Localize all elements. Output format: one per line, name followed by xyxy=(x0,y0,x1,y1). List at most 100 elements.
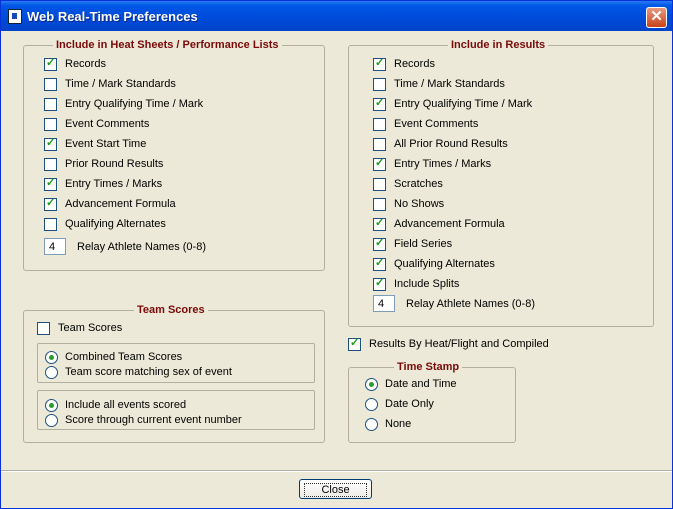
radio-button xyxy=(45,350,58,364)
checkbox-box xyxy=(348,336,361,351)
checkbox-box xyxy=(44,97,57,111)
checkbox-label: Results By Heat/Flight and Compiled xyxy=(369,338,549,350)
window-close-icon[interactable]: ✕ xyxy=(646,7,667,28)
radio-label: Include all events scored xyxy=(65,399,187,411)
heat-entry-qualifying-checkbox[interactable]: Entry Qualifying Time / Mark xyxy=(44,97,203,111)
results-no-shows-checkbox[interactable]: No Shows xyxy=(373,197,444,211)
heat-sheets-group-title: Include in Heat Sheets / Performance Lis… xyxy=(53,39,282,51)
checkbox-label: Time / Mark Standards xyxy=(394,78,505,90)
close-button[interactable]: Close xyxy=(299,479,372,499)
checkbox-label: Time / Mark Standards xyxy=(65,78,176,90)
team-scores-group-title: Team Scores xyxy=(134,304,208,316)
results-event-comments-checkbox[interactable]: Event Comments xyxy=(373,117,478,131)
radio-label: Combined Team Scores xyxy=(65,351,183,363)
radio-button xyxy=(45,398,58,412)
results-by-heat-checkbox[interactable]: Results By Heat/Flight and Compiled xyxy=(348,336,549,351)
checkbox-box xyxy=(373,137,386,151)
app-icon xyxy=(8,9,22,24)
checkbox-box xyxy=(44,217,57,231)
checkbox-label: Entry Qualifying Time / Mark xyxy=(65,98,204,110)
heat-time-mark-standards-checkbox[interactable]: Time / Mark Standards xyxy=(44,77,176,91)
radio-button xyxy=(365,397,378,411)
results-qualifying-alternates-checkbox[interactable]: Qualifying Alternates xyxy=(373,256,495,271)
team-scores-checkbox[interactable]: Team Scores xyxy=(37,321,122,335)
radio-label: Date Only xyxy=(385,398,434,410)
checkbox-box xyxy=(373,77,386,91)
date-and-time-radio[interactable]: Date and Time xyxy=(365,377,457,391)
checkbox-box xyxy=(373,117,386,131)
checkbox-label: No Shows xyxy=(394,198,445,210)
checkbox-box xyxy=(37,321,50,335)
results-include-splits-checkbox[interactable]: Include Splits xyxy=(373,276,460,291)
radio-label: Team score matching sex of event xyxy=(65,366,232,378)
checkbox-label: Qualifying Alternates xyxy=(394,258,495,270)
heat-event-comments-checkbox[interactable]: Event Comments xyxy=(44,117,149,131)
radio-label: Date and Time xyxy=(385,378,457,390)
checkbox-box xyxy=(373,236,386,251)
results-entry-qualifying-checkbox[interactable]: Entry Qualifying Time / Mark xyxy=(373,96,533,111)
heat-prior-round-results-checkbox[interactable]: Prior Round Results xyxy=(44,157,163,171)
heat-entry-times-checkbox[interactable]: Entry Times / Marks xyxy=(44,176,163,191)
radio-button xyxy=(45,365,58,379)
checkbox-box xyxy=(373,56,386,71)
radio-button xyxy=(365,417,378,431)
checkbox-label: Event Comments xyxy=(394,118,479,130)
results-advancement-formula-checkbox[interactable]: Advancement Formula xyxy=(373,216,505,231)
time-stamp-group-title: Time Stamp xyxy=(394,361,463,373)
checkbox-label: Field Series xyxy=(394,238,453,250)
checkbox-label: Advancement Formula xyxy=(65,198,176,210)
checkbox-box xyxy=(44,56,57,71)
radio-label: Score through current event number xyxy=(65,414,242,426)
heat-relay-athletes-label: Relay Athlete Names (0-8) xyxy=(77,241,206,253)
checkbox-label: Include Splits xyxy=(394,278,460,290)
radio-button xyxy=(45,413,58,427)
checkbox-label: Prior Round Results xyxy=(65,158,164,170)
checkbox-box xyxy=(44,117,57,131)
date-only-radio[interactable]: Date Only xyxy=(365,397,434,411)
checkbox-label: Event Comments xyxy=(65,118,150,130)
checkbox-label: Entry Times / Marks xyxy=(65,178,163,190)
close-button-label: Close xyxy=(304,483,367,497)
combined-team-scores-radio[interactable]: Combined Team Scores xyxy=(45,350,182,364)
include-all-events-radio[interactable]: Include all events scored xyxy=(45,398,186,412)
window-title: Web Real-Time Preferences xyxy=(27,9,198,24)
checkbox-label: Entry Times / Marks xyxy=(394,158,492,170)
results-time-mark-standards-checkbox[interactable]: Time / Mark Standards xyxy=(373,77,505,91)
team-score-matching-sex-radio[interactable]: Team score matching sex of event xyxy=(45,365,232,379)
checkbox-box xyxy=(44,176,57,191)
checkbox-box xyxy=(373,256,386,271)
checkbox-label: All Prior Round Results xyxy=(394,138,508,150)
none-radio[interactable]: None xyxy=(365,417,411,431)
checkbox-label: Advancement Formula xyxy=(394,218,505,230)
checkbox-label: Event Start Time xyxy=(65,138,147,150)
title-bar[interactable]: Web Real-Time Preferences ✕ xyxy=(1,1,672,31)
checkbox-box xyxy=(373,156,386,171)
radio-label: None xyxy=(385,418,412,430)
results-relay-athletes-label: Relay Athlete Names (0-8) xyxy=(406,298,535,310)
results-relay-athletes-input[interactable]: 4 xyxy=(373,295,395,312)
results-field-series-checkbox[interactable]: Field Series xyxy=(373,236,453,251)
checkbox-box xyxy=(44,136,57,151)
heat-records-checkbox[interactable]: Records xyxy=(44,56,106,71)
heat-relay-athletes-input[interactable]: 4 xyxy=(44,238,66,255)
checkbox-box xyxy=(373,216,386,231)
results-entry-times-checkbox[interactable]: Entry Times / Marks xyxy=(373,156,492,171)
radio-button xyxy=(365,377,378,391)
checkbox-box xyxy=(44,196,57,211)
heat-qualifying-alternates-checkbox[interactable]: Qualifying Alternates xyxy=(44,217,166,231)
heat-advancement-formula-checkbox[interactable]: Advancement Formula xyxy=(44,196,176,211)
score-through-current-event-radio[interactable]: Score through current event number xyxy=(45,413,242,427)
checkbox-label: Scratches xyxy=(394,178,443,190)
checkbox-box xyxy=(373,197,386,211)
results-records-checkbox[interactable]: Records xyxy=(373,56,435,71)
checkbox-box xyxy=(44,157,57,171)
results-all-prior-round-checkbox[interactable]: All Prior Round Results xyxy=(373,137,508,151)
checkbox-box xyxy=(44,77,57,91)
preferences-window: Web Real-Time Preferences ✕ Include in H… xyxy=(0,0,673,509)
results-scratches-checkbox[interactable]: Scratches xyxy=(373,177,443,191)
checkbox-label: Records xyxy=(394,58,435,70)
heat-event-start-time-checkbox[interactable]: Event Start Time xyxy=(44,136,147,151)
checkbox-label: Qualifying Alternates xyxy=(65,218,166,230)
checkbox-label: Entry Qualifying Time / Mark xyxy=(394,98,533,110)
checkbox-box xyxy=(373,96,386,111)
